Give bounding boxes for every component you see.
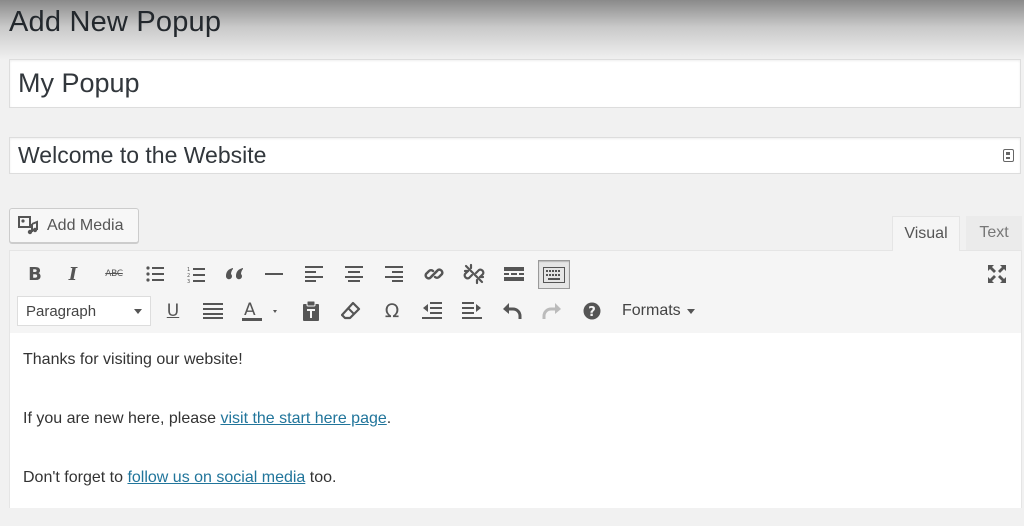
popup-subtitle-input[interactable] <box>10 138 990 173</box>
start-here-link[interactable]: visit the start here page <box>220 410 386 427</box>
page-title: Add New Popup <box>9 6 222 38</box>
outdent-icon <box>422 302 442 319</box>
italic-icon: I <box>68 263 78 285</box>
title-field-container <box>9 59 1021 108</box>
undo-icon <box>503 303 522 319</box>
read-more-icon <box>504 267 524 281</box>
svg-text:3: 3 <box>187 279 190 283</box>
horizontal-line-icon <box>265 273 283 275</box>
remove-link-button[interactable] <box>460 260 488 288</box>
svg-text:?: ? <box>588 305 596 320</box>
toolbar-toggle-button[interactable] <box>538 260 570 289</box>
formats-menu-label: Formats <box>622 302 681 319</box>
justify-icon <box>203 303 223 319</box>
add-media-label: Add Media <box>47 216 124 234</box>
indent-button[interactable] <box>458 297 486 325</box>
align-center-button[interactable] <box>340 260 368 288</box>
text-color-button[interactable]: A <box>238 297 284 325</box>
align-left-icon <box>305 266 323 282</box>
align-center-icon <box>345 266 363 282</box>
blockquote-button[interactable] <box>221 260 249 288</box>
bulleted-list-button[interactable] <box>141 260 169 288</box>
align-right-button[interactable] <box>380 260 408 288</box>
content-paragraph: Thanks for visiting our website! <box>23 351 243 368</box>
format-select-caret-icon <box>134 309 142 314</box>
read-more-button[interactable] <box>500 260 528 288</box>
formats-menu[interactable]: Formats <box>622 296 695 326</box>
redo-button[interactable] <box>538 297 566 325</box>
add-media-button[interactable]: Add Media <box>9 208 139 243</box>
paste-as-text-button[interactable] <box>297 297 325 325</box>
justify-button[interactable] <box>199 297 227 325</box>
undo-button[interactable] <box>498 297 526 325</box>
content-paragraph: If you are new here, please visit the st… <box>23 410 392 427</box>
content-paragraph: Don't forget to follow us on social medi… <box>23 469 337 486</box>
strikethrough-button[interactable]: ABC <box>100 260 128 288</box>
keyboard-shortcuts-button[interactable]: ? <box>578 297 606 325</box>
redo-icon <box>542 303 561 319</box>
field-options-icon[interactable] <box>1003 149 1014 162</box>
formats-caret-icon <box>686 308 695 314</box>
strikethrough-icon: ABC <box>105 269 123 279</box>
horizontal-line-button[interactable] <box>260 260 288 288</box>
underline-icon: U <box>166 301 180 321</box>
special-character-button[interactable]: Ω <box>378 297 406 325</box>
fullscreen-icon <box>988 265 1006 283</box>
distraction-free-button[interactable] <box>983 260 1011 288</box>
italic-button[interactable]: I <box>59 260 87 288</box>
unlink-icon <box>463 263 485 285</box>
align-right-icon <box>385 266 403 282</box>
underline-button[interactable]: U <box>159 297 187 325</box>
clear-formatting-button[interactable] <box>337 297 365 325</box>
bold-button[interactable]: B <box>21 260 49 288</box>
insert-link-button[interactable] <box>420 260 448 288</box>
format-select[interactable]: Paragraph <box>17 296 151 326</box>
tab-text[interactable]: Text <box>966 216 1022 250</box>
numbered-list-button[interactable]: 1 2 3 <box>182 260 210 288</box>
bold-icon: B <box>28 263 42 285</box>
popup-title-input[interactable] <box>10 60 1020 107</box>
format-select-value: Paragraph <box>26 302 97 320</box>
subtitle-field-container <box>9 137 1021 174</box>
eraser-icon <box>341 301 361 320</box>
keyboard-icon <box>543 266 565 283</box>
text-color-icon: A <box>242 300 277 321</box>
indent-icon <box>462 302 482 319</box>
editor-toolbar: B I ABC 1 2 3 Paragraph U A Ω ? Formats <box>9 250 1022 334</box>
tab-visual[interactable]: Visual <box>892 216 960 251</box>
omega-icon: Ω <box>384 300 400 322</box>
link-icon <box>424 268 444 280</box>
blockquote-icon <box>225 268 243 280</box>
help-icon: ? <box>583 302 601 320</box>
media-icon <box>18 215 40 236</box>
align-left-button[interactable] <box>300 260 328 288</box>
bullet-list-icon <box>146 266 164 282</box>
clipboard-icon <box>303 301 319 321</box>
svg-text:A: A <box>244 300 256 320</box>
social-media-link[interactable]: follow us on social media <box>127 469 305 486</box>
outdent-button[interactable] <box>418 297 446 325</box>
editor-content[interactable]: Thanks for visiting our website! If you … <box>9 333 1022 508</box>
numbered-list-icon: 1 2 3 <box>187 267 205 283</box>
